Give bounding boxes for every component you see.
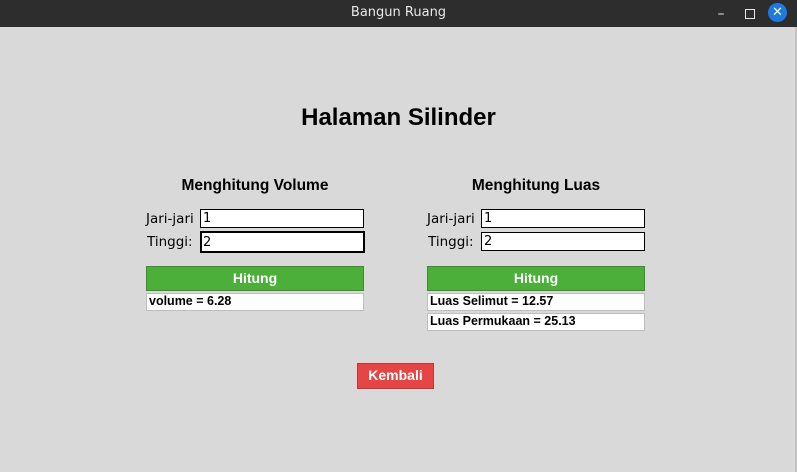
luas-height-label: Tinggi: [428,234,474,250]
page-title: Halaman Silinder [301,104,496,131]
maximize-icon[interactable] [740,4,760,24]
volume-height-label: Tinggi: [147,234,193,250]
luas-radius-input[interactable] [481,209,645,228]
volume-heading: Menghitung Volume [181,177,329,194]
close-icon[interactable]: ✕ [768,3,787,22]
window-title: Bangun Ruang [350,5,447,20]
main-content [0,27,797,472]
luas-selimut-result: Luas Selimut = 12.57 [427,293,645,311]
luas-permukaan-result: Luas Permukaan = 25.13 [427,313,645,331]
luas-height-input[interactable] [481,232,645,251]
kembali-button[interactable]: Kembali [357,363,434,389]
luas-radius-label: Jari-jari [427,211,475,227]
volume-result: volume = 6.28 [146,293,364,311]
luas-hitung-button[interactable]: Hitung [427,266,645,291]
window-titlebar: Bangun Ruang – ✕ [0,0,797,27]
volume-radius-input[interactable] [200,209,364,228]
minimize-icon[interactable]: – [711,4,731,24]
volume-radius-label: Jari-jari [146,211,194,227]
volume-hitung-button[interactable]: Hitung [146,266,364,291]
volume-height-input[interactable] [200,231,365,253]
luas-heading: Menghitung Luas [471,177,601,194]
